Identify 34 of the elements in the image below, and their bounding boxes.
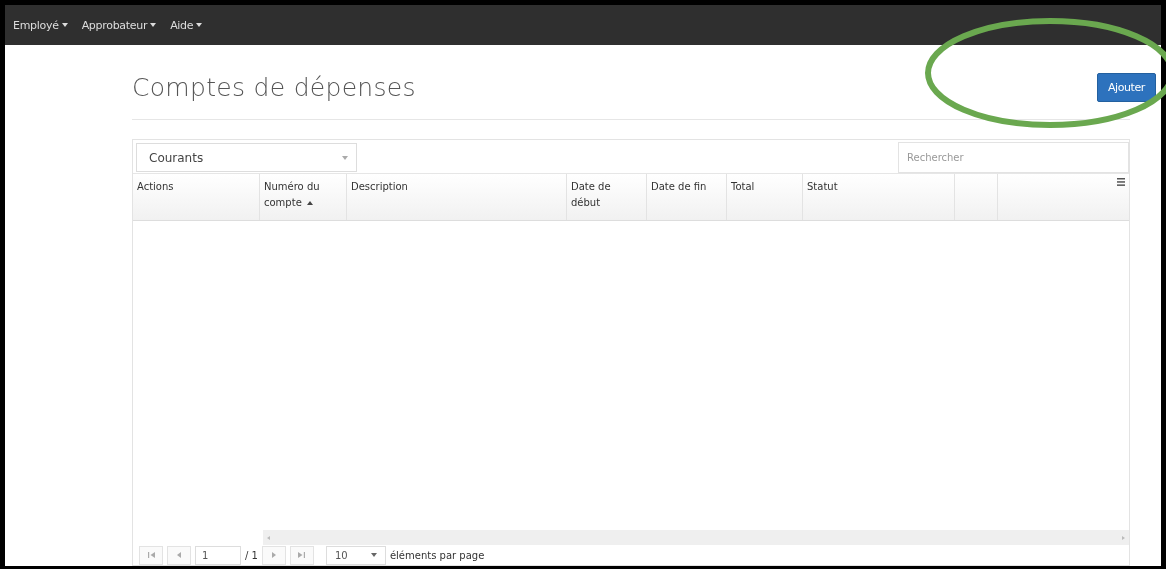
nav-menu[interactable]: Employé — [13, 18, 68, 32]
column-header[interactable]: Actions — [133, 174, 260, 220]
nav-menu[interactable]: Aide — [170, 18, 203, 32]
horizontal-scrollbar[interactable] — [263, 530, 1129, 545]
page-count: / 1 — [245, 549, 258, 561]
per-page-label: éléments par page — [389, 549, 485, 561]
search-field[interactable]: Rechercher — [898, 142, 1129, 173]
first-page-button[interactable] — [139, 545, 163, 565]
filter-dropdown[interactable]: Courants — [136, 143, 357, 172]
add-button[interactable]: Ajouter — [1096, 72, 1156, 102]
caret-icon — [61, 23, 68, 27]
page-size-dropdown[interactable]: 10 — [325, 545, 386, 565]
caret-icon — [150, 23, 157, 27]
page-title: Comptes de dépenses — [132, 72, 416, 102]
column-header[interactable]: Total — [727, 174, 803, 220]
caret-icon — [342, 155, 348, 160]
next-icon — [271, 552, 276, 558]
caret-icon — [370, 553, 377, 557]
next-page-button[interactable] — [261, 545, 286, 565]
column-header[interactable]: Numéro du compte — [260, 174, 347, 220]
sort-ascending-icon — [306, 201, 313, 205]
previous-icon — [177, 552, 181, 558]
column-header[interactable]: Description — [347, 174, 567, 220]
caret-icon — [196, 23, 203, 27]
last-page-button[interactable] — [289, 545, 314, 565]
first-page-icon — [147, 552, 155, 558]
page-input[interactable]: 1 — [195, 545, 241, 565]
column-header[interactable]: Statut — [803, 174, 955, 220]
nav-menu[interactable]: Approbateur — [81, 18, 157, 32]
column-header[interactable]: Date de fin — [647, 174, 727, 220]
last-page-icon — [298, 552, 306, 558]
menu-icon[interactable] — [1117, 178, 1125, 186]
previous-page-button[interactable] — [167, 545, 191, 565]
column-header[interactable]: Date de début — [567, 174, 647, 220]
